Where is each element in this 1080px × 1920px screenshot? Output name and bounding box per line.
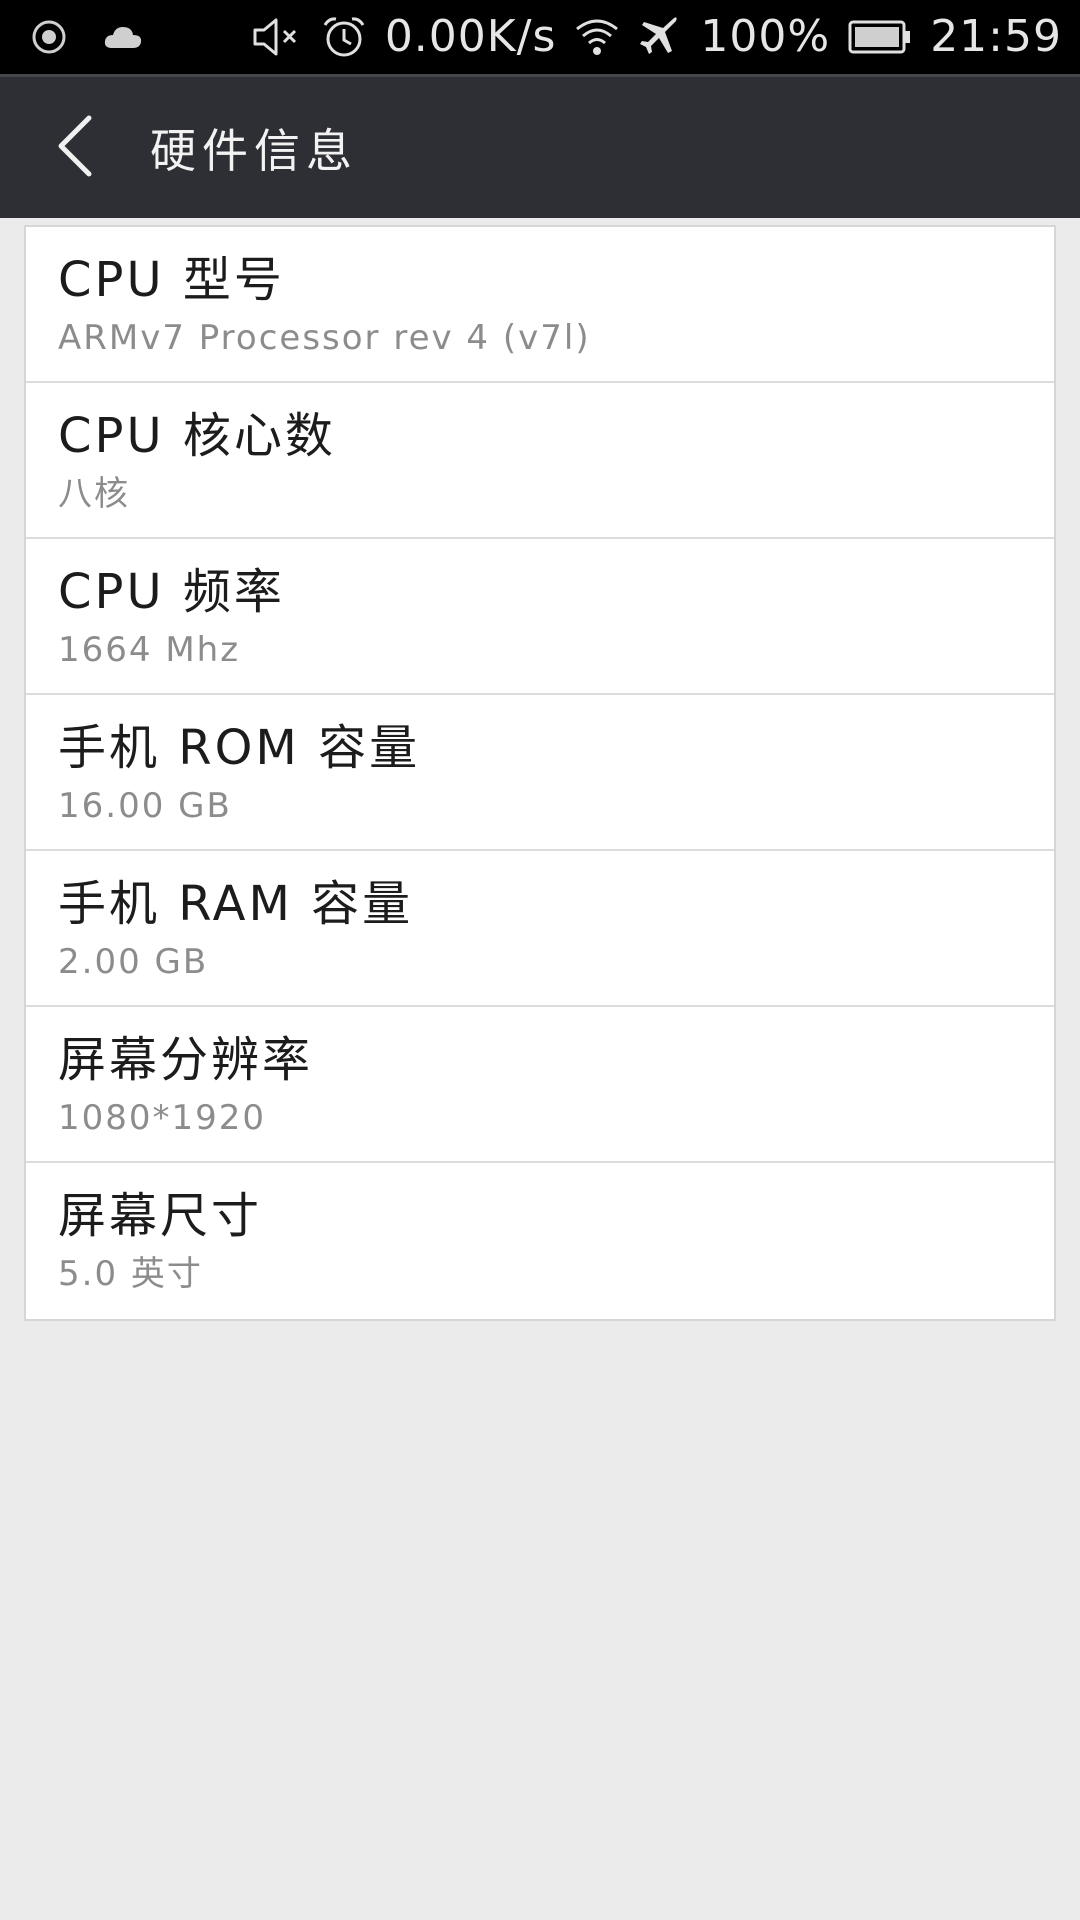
item-label: CPU 频率 bbox=[58, 564, 285, 620]
status-bar: 0.00K/s 100% 21:59 bbox=[0, 0, 1080, 74]
list-item-cpu-cores[interactable]: CPU 核心数 八核 bbox=[26, 383, 1054, 539]
mute-icon bbox=[251, 15, 303, 59]
item-label: CPU 核心数 bbox=[58, 408, 336, 464]
hardware-info-list: CPU 型号 ARMv7 Processor rev 4 (v7l) CPU 核… bbox=[24, 225, 1056, 1321]
battery-icon bbox=[848, 19, 912, 55]
action-bar: 硬件信息 bbox=[0, 74, 1080, 218]
network-speed: 0.00K/s bbox=[384, 11, 557, 62]
alarm-icon bbox=[321, 14, 367, 60]
item-value: 2.00 GB bbox=[58, 942, 209, 982]
airplane-icon bbox=[638, 15, 682, 59]
back-button[interactable] bbox=[0, 78, 150, 218]
clock: 21:59 bbox=[930, 11, 1062, 62]
item-value: 1664 Mhz bbox=[58, 630, 241, 670]
list-item-cpu-frequency[interactable]: CPU 频率 1664 Mhz bbox=[26, 539, 1054, 695]
item-label: 屏幕尺寸 bbox=[58, 1188, 263, 1244]
list-item-ram-capacity[interactable]: 手机 RAM 容量 2.00 GB bbox=[26, 851, 1054, 1007]
item-label: 手机 RAM 容量 bbox=[58, 876, 414, 932]
list-item-screen-resolution[interactable]: 屏幕分辨率 1080*1920 bbox=[26, 1007, 1054, 1163]
page-title: 硬件信息 bbox=[150, 123, 358, 178]
item-label: 手机 ROM 容量 bbox=[58, 720, 421, 776]
cloud-icon bbox=[102, 22, 144, 52]
list-item-cpu-model[interactable]: CPU 型号 ARMv7 Processor rev 4 (v7l) bbox=[26, 227, 1054, 383]
chevron-left-icon bbox=[53, 114, 97, 182]
record-icon bbox=[30, 18, 68, 56]
item-value: 5.0 英寸 bbox=[58, 1254, 203, 1294]
item-value: 八核 bbox=[58, 474, 130, 514]
item-label: CPU 型号 bbox=[58, 252, 285, 308]
wifi-icon bbox=[574, 16, 620, 58]
item-value: ARMv7 Processor rev 4 (v7l) bbox=[58, 318, 591, 358]
item-label: 屏幕分辨率 bbox=[58, 1032, 314, 1088]
status-right-icons: 0.00K/s 100% 21:59 bbox=[251, 14, 1062, 60]
list-item-rom-capacity[interactable]: 手机 ROM 容量 16.00 GB bbox=[26, 695, 1054, 851]
item-value: 1080*1920 bbox=[58, 1098, 267, 1138]
status-left-icons bbox=[30, 18, 144, 56]
list-item-screen-size[interactable]: 屏幕尺寸 5.0 英寸 bbox=[26, 1163, 1054, 1319]
battery-percent: 100% bbox=[700, 11, 831, 62]
item-value: 16.00 GB bbox=[58, 786, 232, 826]
